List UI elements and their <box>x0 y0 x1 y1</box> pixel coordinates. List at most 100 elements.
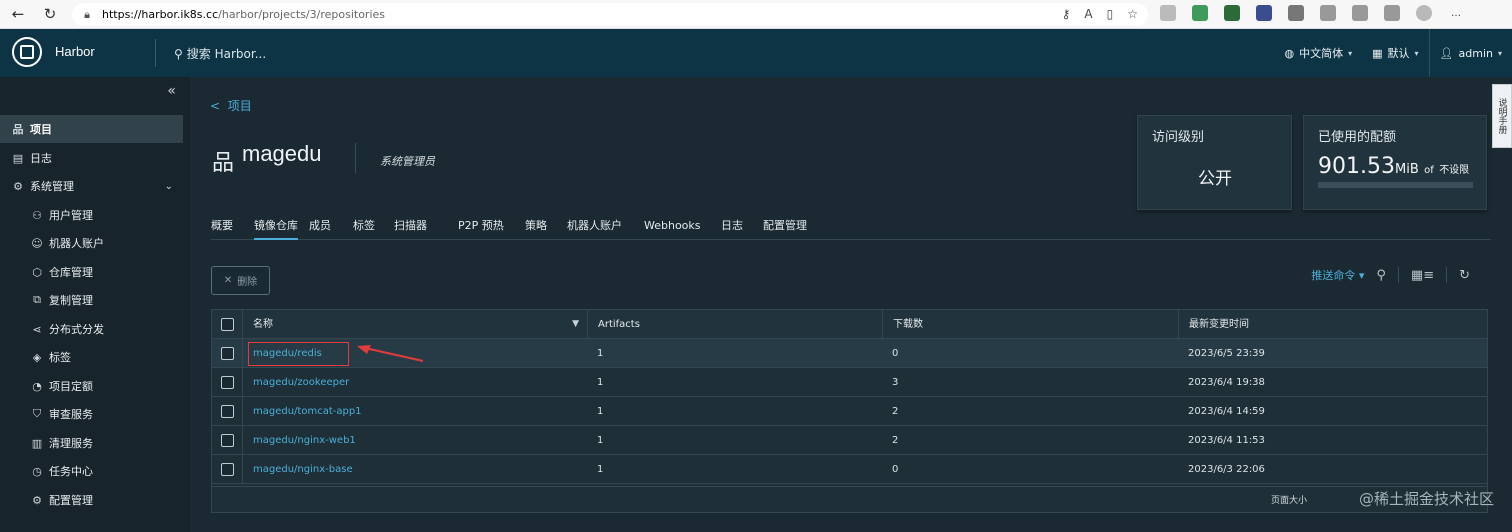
tab-5[interactable]: P2P 预热 <box>458 218 504 240</box>
sidebar-item-3[interactable]: ⚇ 用户管理 <box>0 201 183 229</box>
sidebar-item-5[interactable]: ⬡ 仓库管理 <box>0 258 183 286</box>
more-icon[interactable]: … <box>1448 5 1464 21</box>
tab-8[interactable]: Webhooks <box>644 218 701 240</box>
sidebar-item-label: 审查服务 <box>49 408 93 421</box>
shield-icon: ⛉ <box>32 407 42 420</box>
sidebar-item-7[interactable]: ⋖ 分布式分发 <box>0 315 183 343</box>
admin-icon: ⚙ <box>13 179 23 193</box>
quota-limit: 不设限 <box>1439 165 1470 176</box>
profile-extension-icon[interactable] <box>1256 5 1272 21</box>
sidebar-item-4[interactable]: ☺ 机器人账户 <box>0 229 183 257</box>
view-toggle-icon[interactable]: ▦≡ <box>1411 268 1434 283</box>
avatar[interactable] <box>1416 5 1432 21</box>
project-tabs: 概要 镜像仓库 成员 标签 扫描器 P2P 预热 策略 机器人账户 Webhooks 日志 配置管理 <box>211 218 1491 240</box>
sidebar-item-1[interactable]: ▤ 日志 <box>0 144 183 172</box>
table-row[interactable]: magedu/zookeeper 1 3 2023/6/4 19:38 <box>212 368 1487 397</box>
quota-of: of <box>1424 165 1434 176</box>
sidebar-item-2[interactable]: ⚙ 系统管理 ⌄ <box>0 172 183 200</box>
favorite-star-icon[interactable]: ☆ <box>1127 7 1138 21</box>
sidebar-item-12[interactable]: ◷ 任务中心 <box>0 457 183 485</box>
sidebar-item-0[interactable]: 品项目 <box>0 115 183 143</box>
row-checkbox[interactable] <box>221 405 234 418</box>
repository-name-link[interactable]: magedu/tomcat-app1 <box>242 397 587 426</box>
sidebar-item-13[interactable]: ⚙ 配置管理 <box>0 486 183 514</box>
back-to-projects-link[interactable]: < 项目 <box>210 97 252 114</box>
calendar-icon: ▦ <box>1372 46 1383 60</box>
user-icon: 👤︎ <box>1439 46 1454 60</box>
quota-progress-bar <box>1318 182 1473 188</box>
globe-icon: ◍ <box>1284 46 1295 60</box>
sidebar-item-8[interactable]: ◈ 标签 <box>0 343 183 371</box>
health-icon[interactable] <box>1384 5 1400 21</box>
row-checkbox[interactable] <box>221 434 234 447</box>
download-extension-icon[interactable] <box>1224 5 1240 21</box>
quota-unit: MiB <box>1394 162 1419 177</box>
help-side-tab[interactable]: 说明手册 <box>1492 84 1512 148</box>
sidebar-item-label: 仓库管理 <box>49 266 93 279</box>
tab-7[interactable]: 机器人账户 <box>567 218 622 240</box>
chevron-down-icon[interactable]: ⌄ <box>165 181 173 192</box>
tab-0[interactable]: 概要 <box>211 218 233 240</box>
extension-icon[interactable] <box>1160 5 1176 21</box>
tab-6[interactable]: 策略 <box>525 218 547 240</box>
collections-icon[interactable] <box>1352 5 1368 21</box>
brand-name[interactable]: Harbor <box>55 44 95 59</box>
search-icon[interactable]: ⚲ <box>1376 268 1386 283</box>
sidebar-item-11[interactable]: ▥ 清理服务 <box>0 429 183 457</box>
refresh-icon[interactable]: ↻ <box>1459 268 1470 283</box>
artifacts-count: 1 <box>597 348 604 359</box>
row-checkbox[interactable] <box>221 347 234 360</box>
address-bar[interactable]: 🔒︎ https://harbor.ik8s.cc/harbor/project… <box>72 3 1148 26</box>
tab-10[interactable]: 配置管理 <box>763 218 807 240</box>
sidebar: « 品项目 ▤ 日志 ⚙ 系统管理 ⌄ ⚇ 用户管理 ☺ 机器人账户 ⬡ 仓库管理 ⧉ 复制管理 ⋖ 分布式分… <box>0 77 190 532</box>
tab-9[interactable]: 日志 <box>721 218 743 240</box>
repository-name-link[interactable]: magedu/zookeeper <box>242 368 587 397</box>
column-header-name[interactable]: 名称 ▼ <box>242 310 587 339</box>
push-command-dropdown[interactable]: 推送命令 ▾ <box>1311 267 1364 283</box>
delete-button[interactable]: ✕ 删除 <box>211 266 270 295</box>
tab-2[interactable]: 成员 <box>309 218 331 240</box>
column-header-updated[interactable]: 最新变更时间 <box>1178 310 1489 339</box>
column-header-downloads[interactable]: 下载数 <box>882 310 1178 339</box>
harbor-logo-icon[interactable] <box>12 37 42 67</box>
refresh-icon[interactable]: ↻ <box>36 0 64 28</box>
read-aloud-icon[interactable]: A <box>1084 7 1092 21</box>
collapse-sidebar-icon[interactable]: « <box>167 83 176 99</box>
quota-icon: ◔ <box>32 379 42 393</box>
key-icon[interactable]: ⚷ <box>1062 7 1071 21</box>
back-arrow-icon[interactable]: ← <box>4 0 32 28</box>
tab-1[interactable]: 镜像仓库 <box>254 218 298 240</box>
language-dropdown[interactable]: ◍ 中文简体 ▾ <box>1275 29 1363 77</box>
tab-4[interactable]: 扫描器 <box>394 218 427 240</box>
user-dropdown[interactable]: 👤︎ admin ▾ <box>1428 29 1512 77</box>
select-all-checkbox[interactable] <box>221 318 234 331</box>
table-row[interactable]: magedu/tomcat-app1 1 2 2023/6/4 14:59 <box>212 397 1487 426</box>
repository-name-link[interactable]: magedu/nginx-base <box>242 455 587 484</box>
sidebar-item-label: 复制管理 <box>49 294 93 307</box>
table-row[interactable]: magedu/redis 1 0 2023/6/5 23:39 <box>212 339 1487 368</box>
reader-view-icon[interactable]: ▯ <box>1107 7 1114 21</box>
sidebar-item-10[interactable]: ⛉ 审查服务 <box>0 400 183 428</box>
quota-number: 901.53 <box>1318 154 1395 179</box>
search-input[interactable]: ⚲ 搜索 Harbor... <box>174 45 266 62</box>
row-checkbox[interactable] <box>221 463 234 476</box>
sidebar-item-9[interactable]: ◔ 项目定额 <box>0 372 183 400</box>
sidebar-item-label: 任务中心 <box>49 465 93 478</box>
tab-3[interactable]: 标签 <box>353 218 375 240</box>
table-row[interactable]: magedu/nginx-web1 1 2 2023/6/4 11:53 <box>212 426 1487 455</box>
table-row[interactable]: magedu/nginx-base 1 0 2023/6/3 22:06 <box>212 455 1487 484</box>
shield-extension-icon[interactable] <box>1192 5 1208 21</box>
filter-icon[interactable]: ▼ <box>572 310 579 339</box>
puzzle-icon[interactable] <box>1288 5 1304 21</box>
favorites-icon[interactable] <box>1320 5 1336 21</box>
sidebar-item-6[interactable]: ⧉ 复制管理 <box>0 286 183 314</box>
url-path: /harbor/projects/3/repositories <box>218 8 386 21</box>
download-count: 0 <box>892 348 899 359</box>
repository-name-link[interactable]: magedu/nginx-web1 <box>242 426 587 455</box>
clock-icon: ◷ <box>32 464 42 478</box>
column-header-artifacts[interactable]: Artifacts <box>587 310 882 339</box>
artifacts-count: 1 <box>597 435 604 446</box>
table-footer: 页面大小 <box>211 487 1488 513</box>
row-checkbox[interactable] <box>221 376 234 389</box>
theme-dropdown[interactable]: ▦ 默认 ▾ <box>1362 29 1428 77</box>
